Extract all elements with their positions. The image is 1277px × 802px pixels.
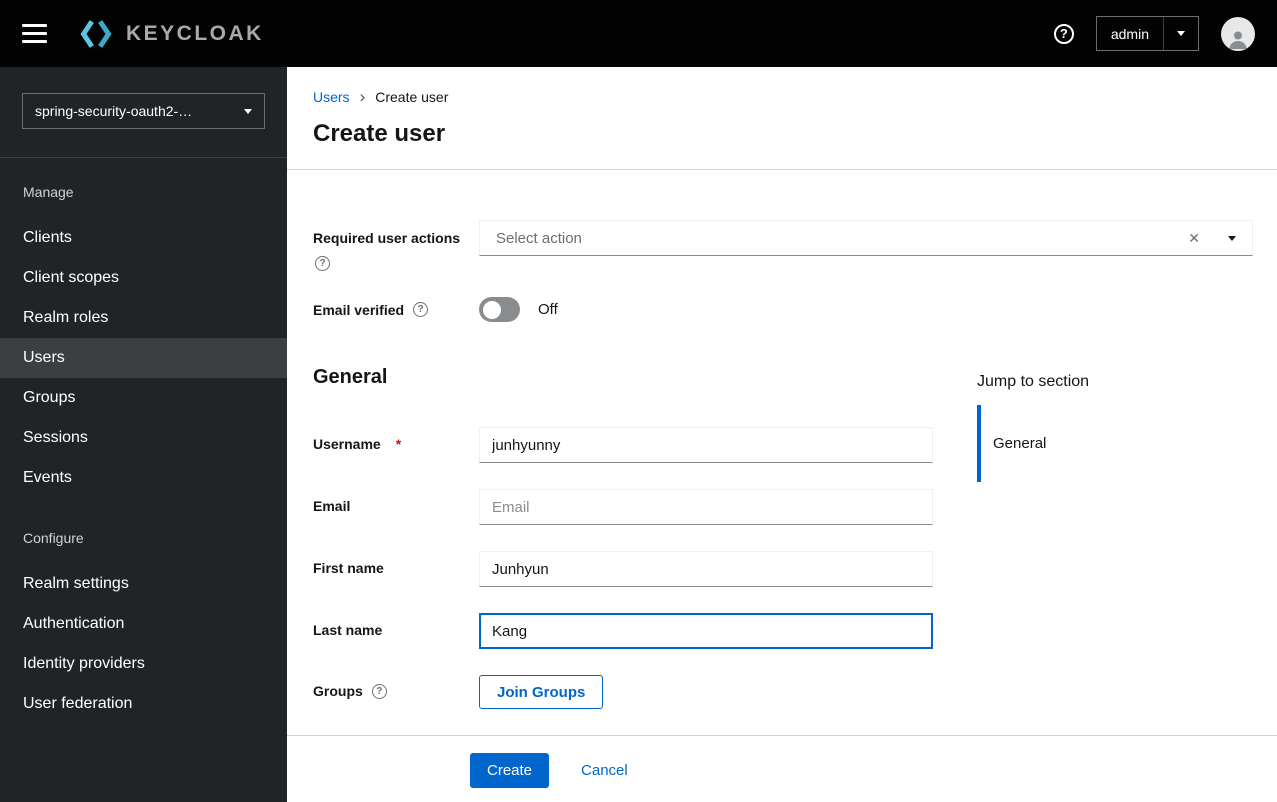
jump-to-section-nav: Jump to section General (977, 373, 1217, 482)
jump-to-section-title: Jump to section (977, 373, 1090, 390)
email-verified-toggle[interactable] (479, 297, 520, 322)
jump-link-general[interactable]: General (977, 405, 1217, 482)
required-user-actions-label: Required user actions (313, 230, 461, 246)
main-content: Users › Create user Create user Required… (287, 67, 1277, 802)
clear-icon[interactable]: ✕ (1188, 230, 1200, 247)
email-label: Email (313, 498, 351, 514)
cancel-button[interactable]: Cancel (581, 762, 628, 779)
groups-row: Groups ? Join Groups (313, 675, 1253, 709)
groups-label: Groups (313, 683, 363, 699)
sidebar-item-clients[interactable]: Clients (0, 218, 287, 258)
sidebar-item-authentication[interactable]: Authentication (0, 604, 287, 644)
help-icon[interactable]: ? (413, 302, 429, 317)
nav-section-configure: Configure (23, 530, 84, 546)
first-name-row: First name (313, 551, 1253, 587)
sidebar-item-sessions[interactable]: Sessions (0, 418, 287, 458)
chevron-right-icon: › (359, 87, 366, 106)
email-verified-label: Email verified (313, 301, 405, 318)
required-asterisk: * (395, 436, 402, 452)
last-name-row: Last name (313, 613, 1253, 649)
sidebar-item-user-federation[interactable]: User federation (0, 684, 287, 724)
select-placeholder: Select action (496, 229, 582, 247)
person-icon (1229, 31, 1247, 49)
last-name-label: Last name (313, 622, 383, 638)
user-menu-dropdown[interactable]: admin (1095, 16, 1199, 51)
masthead-toolbar: ? admin (1053, 16, 1255, 51)
create-user-form: Required user actions ? Select action ✕ … (287, 170, 1277, 802)
help-icon[interactable]: ? (371, 683, 387, 699)
join-groups-button[interactable]: Join Groups (479, 675, 604, 709)
avatar[interactable] (1221, 16, 1255, 51)
sidebar: spring-security-oauth2-… Manage Clients … (0, 67, 287, 802)
user-menu-label: admin (1110, 25, 1149, 42)
sidebar-item-realm-settings[interactable]: Realm settings (0, 564, 287, 604)
sidebar-item-groups[interactable]: Groups (0, 378, 287, 418)
sidebar-item-client-scopes[interactable]: Client scopes (0, 258, 287, 298)
page-header: Users › Create user Create user (287, 67, 1277, 170)
toggle-state-label: Off (538, 301, 558, 318)
nav-toggle-icon[interactable] (22, 24, 47, 43)
sidebar-item-identity-providers[interactable]: Identity providers (0, 644, 287, 684)
username-input[interactable] (479, 427, 933, 463)
sidebar-item-realm-roles[interactable]: Realm roles (0, 298, 287, 338)
caret-down-icon (1163, 17, 1198, 50)
sidebar-nav: Manage Clients Client scopes Realm roles… (0, 158, 287, 724)
realm-name: spring-security-oauth2-… (35, 103, 193, 119)
keycloak-logo: KEYCLOAK (75, 14, 264, 54)
nav-section-manage: Manage (23, 184, 74, 200)
masthead: KEYCLOAK ? admin (0, 0, 1277, 67)
required-user-actions-select[interactable]: Select action ✕ (479, 220, 1253, 256)
page-title: Create user (313, 120, 446, 147)
toggle-knob (483, 300, 501, 319)
caret-down-icon (244, 108, 252, 114)
first-name-input[interactable] (479, 551, 933, 587)
breadcrumb-users-link[interactable]: Users (313, 89, 350, 105)
realm-selector-block: spring-security-oauth2-… (0, 67, 287, 158)
first-name-label: First name (313, 560, 384, 576)
realm-selector-dropdown[interactable]: spring-security-oauth2-… (22, 93, 265, 129)
form-actions: Create Cancel (287, 735, 1277, 802)
email-input[interactable] (479, 489, 933, 525)
username-label: Username (313, 436, 381, 452)
sidebar-item-events[interactable]: Events (0, 458, 287, 498)
breadcrumb-current: Create user (375, 88, 449, 105)
email-row: Email (313, 489, 1253, 525)
last-name-input[interactable] (479, 613, 933, 649)
keycloak-logo-icon (80, 19, 112, 48)
email-verified-row: Email verified ? Off (313, 297, 1253, 322)
brand-name: KEYCLOAK (126, 21, 264, 45)
help-icon[interactable]: ? (315, 256, 330, 271)
breadcrumb: Users › Create user (313, 88, 1253, 105)
help-icon[interactable]: ? (1053, 23, 1074, 44)
create-button[interactable]: Create (470, 753, 550, 788)
required-user-actions-row: Required user actions ? Select action ✕ (313, 220, 1253, 271)
caret-down-icon (1228, 235, 1236, 241)
sidebar-item-users[interactable]: Users (0, 338, 287, 378)
